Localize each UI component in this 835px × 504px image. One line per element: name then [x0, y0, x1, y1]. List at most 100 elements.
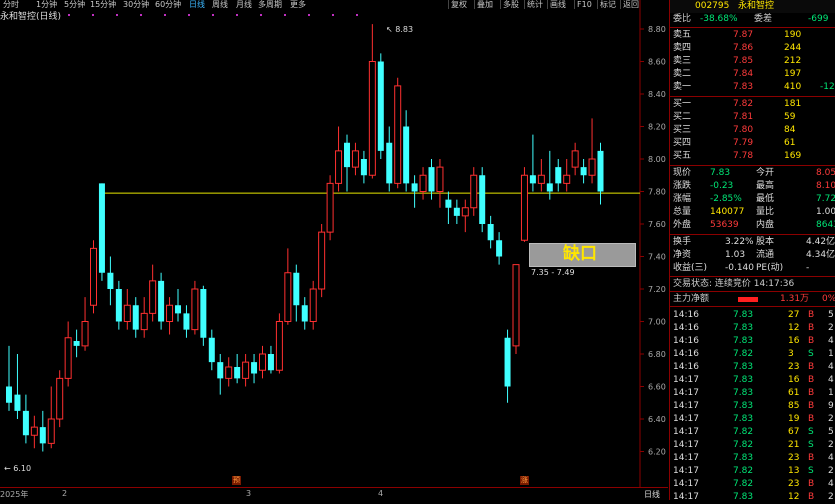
candle-body[interactable]	[217, 362, 224, 379]
candle-body[interactable]	[377, 61, 384, 151]
quote-value: 86438	[816, 220, 835, 230]
candle-body[interactable]	[504, 337, 511, 387]
tick-count: 5	[828, 310, 834, 320]
candle-body[interactable]	[411, 183, 418, 192]
candle-body[interactable]	[6, 386, 12, 403]
candle-body[interactable]	[73, 341, 80, 346]
ask-label: 卖三	[673, 56, 692, 66]
candle-body[interactable]	[537, 174, 545, 184]
quote-label: 总量	[673, 207, 692, 217]
candle-body[interactable]	[428, 167, 435, 192]
candle-body[interactable]	[259, 353, 266, 371]
candle-body[interactable]	[318, 231, 326, 290]
quote-label: 今开	[756, 168, 775, 178]
candle-body[interactable]	[436, 166, 444, 192]
fund-label: PE(动)	[756, 263, 784, 273]
candle-body[interactable]	[555, 167, 562, 184]
candle-body[interactable]	[183, 313, 190, 330]
candle-body[interactable]	[597, 150, 604, 192]
candle-body[interactable]	[344, 142, 350, 168]
candle-body[interactable]	[132, 305, 139, 330]
tick-row: 14:16 7.83 23 B 4	[670, 361, 835, 374]
candle-body[interactable]	[64, 337, 72, 379]
candle-body[interactable]	[496, 240, 503, 257]
candle-body[interactable]	[234, 367, 241, 379]
tick-count: 1	[828, 349, 834, 359]
candle-body[interactable]	[335, 150, 343, 184]
tick-time: 14:17	[673, 453, 699, 463]
tick-row: 14:17 7.82 21 S 2	[670, 439, 835, 452]
webi-label: 委比	[673, 14, 692, 24]
tick-time: 14:16	[673, 336, 699, 346]
candle-body[interactable]	[115, 289, 122, 322]
webi-value: -38.68%	[700, 14, 738, 24]
candle-body[interactable]	[529, 175, 536, 184]
quote-value: 140077	[710, 207, 745, 217]
candle-body[interactable]	[293, 272, 300, 306]
candle-body[interactable]	[479, 175, 486, 224]
candle-body[interactable]	[351, 150, 359, 168]
candle-body[interactable]	[580, 167, 587, 176]
candle-body[interactable]	[403, 126, 410, 184]
quote-value: 7.83	[710, 168, 731, 178]
candle-body[interactable]	[546, 183, 553, 192]
candle-body[interactable]	[301, 305, 308, 322]
candle-body[interactable]	[22, 410, 29, 436]
tick-row: 14:17 7.82 67 S 5	[670, 426, 835, 439]
candle-body[interactable]	[200, 289, 207, 338]
candle-body[interactable]	[123, 304, 131, 322]
candle-body[interactable]	[309, 288, 317, 322]
candle-body[interactable]	[30, 426, 38, 436]
candle-body[interactable]	[140, 312, 148, 331]
candle-body[interactable]	[175, 305, 181, 314]
stock-name: 永和智控	[738, 1, 775, 11]
candle-body[interactable]	[47, 418, 55, 444]
candle-body[interactable]	[386, 142, 393, 184]
candle-body[interactable]	[588, 158, 596, 176]
candle-body[interactable]	[461, 207, 469, 217]
candle-body[interactable]	[520, 174, 528, 241]
candle-body[interactable]	[39, 427, 46, 444]
candle-body[interactable]	[158, 280, 165, 322]
candle-body[interactable]	[487, 224, 494, 241]
candle-body[interactable]	[326, 182, 334, 233]
candle-body[interactable]	[14, 394, 21, 411]
candle-body[interactable]	[284, 272, 292, 322]
candle-body[interactable]	[107, 272, 114, 289]
ask-change: -12	[820, 82, 835, 92]
candle-body[interactable]	[225, 366, 233, 379]
candle-body[interactable]	[571, 150, 579, 168]
candle-body[interactable]	[275, 321, 283, 371]
tick-row: 14:17 7.83 16 B 4	[670, 374, 835, 387]
candle-body[interactable]	[470, 174, 478, 209]
candle-body[interactable]	[81, 321, 89, 347]
candle-body[interactable]	[267, 354, 274, 371]
candle-body[interactable]	[368, 61, 376, 176]
candle-body[interactable]	[98, 183, 105, 273]
candle-body[interactable]	[90, 247, 97, 306]
candle-body[interactable]	[453, 207, 460, 216]
candle-body[interactable]	[419, 174, 427, 192]
candle-body[interactable]	[445, 199, 452, 208]
candle-body[interactable]	[166, 304, 174, 322]
low-price-value: 6.10	[13, 464, 32, 473]
flow-value: 1.31万	[780, 294, 810, 304]
candle-body[interactable]	[242, 361, 250, 379]
ask-volume: 197	[784, 69, 802, 79]
tick-row: 14:16 7.83 27 B 5	[670, 309, 835, 322]
candle-body[interactable]	[56, 377, 64, 420]
tick-side: B	[808, 479, 815, 489]
fund-value: 1.03	[725, 250, 746, 260]
candle-body[interactable]	[360, 159, 367, 176]
quote-row: 现价 7.83 今开 8.05	[670, 167, 835, 180]
fund-value: 4.42亿	[806, 237, 835, 247]
tick-row: 14:16 7.83 12 B 2	[670, 322, 835, 335]
candle-body[interactable]	[251, 362, 258, 374]
candle-body[interactable]	[394, 85, 402, 184]
candle-body[interactable]	[512, 264, 520, 347]
candle-body[interactable]	[208, 337, 215, 363]
candle-body[interactable]	[149, 280, 157, 314]
ask-label: 卖一	[673, 82, 692, 92]
candle-body[interactable]	[563, 174, 571, 184]
candle-body[interactable]	[191, 288, 199, 331]
